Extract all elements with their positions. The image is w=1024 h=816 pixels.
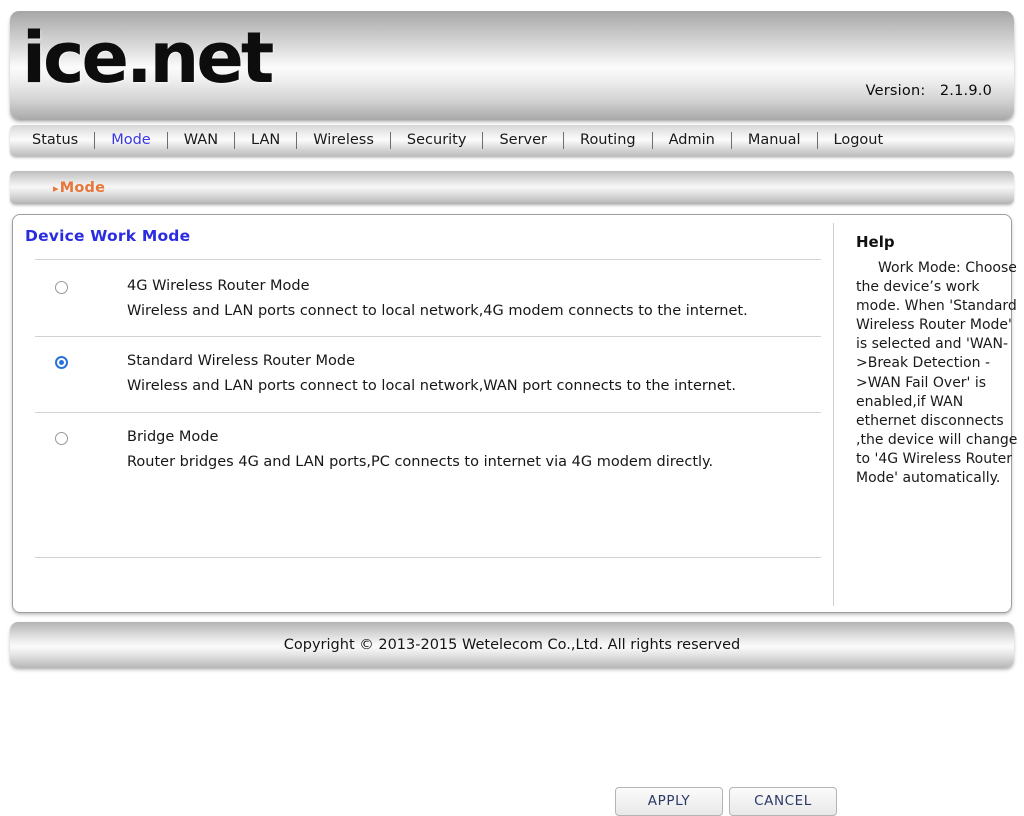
section-divider — [35, 412, 821, 413]
version-info: Version: 2.1.9.0 — [866, 83, 992, 99]
mode-option-label: 4G Wireless Router Mode — [127, 278, 310, 294]
help-divider — [833, 223, 834, 606]
radio-4g-wireless-router-mode[interactable] — [55, 281, 68, 294]
version-label: Version: — [865, 83, 926, 99]
breadcrumb-label: Mode — [59, 179, 106, 196]
nav-item-lan[interactable]: LAN — [235, 125, 296, 156]
mode-option-description: Wireless and LAN ports connect to local … — [127, 378, 737, 394]
breadcrumb-current: ▸Mode — [53, 180, 105, 196]
main-navigation: Status Mode WAN LAN Wireless Security Se… — [10, 125, 1014, 156]
nav-item-manual[interactable]: Manual — [732, 125, 817, 156]
mode-option-description: Router bridges 4G and LAN ports,PC conne… — [127, 454, 714, 470]
section-divider — [35, 259, 821, 260]
version-value: 2.1.9.0 — [939, 83, 992, 99]
nav-item-admin[interactable]: Admin — [653, 125, 731, 156]
page-title: Device Work Mode — [25, 227, 191, 245]
nav-item-status[interactable]: Status — [16, 125, 94, 156]
help-body: Work Mode: Choose the device’s work mode… — [856, 260, 1022, 487]
help-title: Help — [856, 233, 895, 251]
mode-option-description: Wireless and LAN ports connect to local … — [127, 303, 748, 319]
brand-logo: ice.net — [22, 17, 274, 99]
section-divider — [35, 557, 821, 558]
mode-option-label: Standard Wireless Router Mode — [127, 353, 356, 369]
radio-bridge-mode[interactable] — [55, 432, 68, 445]
cancel-button[interactable]: CANCEL — [729, 787, 837, 816]
nav-item-mode[interactable]: Mode — [95, 125, 167, 156]
chevron-right-icon: ▸ — [53, 181, 59, 195]
copyright-text: Copyright © 2013-2015 Wetelecom Co.,Ltd.… — [283, 637, 741, 653]
mode-option-label: Bridge Mode — [127, 429, 219, 445]
content-panel: Device Work Mode 4G Wireless Router Mode… — [12, 214, 1017, 816]
header-bar: ice.net Version: 2.1.9.0 — [10, 11, 1014, 119]
help-panel: Help Work Mode: Choose the device’s work… — [845, 215, 1017, 612]
nav-item-server[interactable]: Server — [483, 125, 563, 156]
section-divider — [35, 336, 821, 337]
breadcrumb: ▸Mode — [10, 171, 1014, 204]
radio-standard-wireless-router-mode[interactable] — [55, 356, 68, 369]
nav-item-routing[interactable]: Routing — [564, 125, 652, 156]
device-work-mode-section: Device Work Mode 4G Wireless Router Mode… — [13, 215, 837, 816]
apply-button[interactable]: APPLY — [615, 787, 723, 816]
router-admin-page: ice.net Version: 2.1.9.0 Status Mode WAN… — [0, 0, 1024, 816]
nav-item-logout[interactable]: Logout — [818, 125, 900, 156]
nav-item-wireless[interactable]: Wireless — [297, 125, 390, 156]
nav-item-wan[interactable]: WAN — [168, 125, 234, 156]
nav-item-security[interactable]: Security — [391, 125, 483, 156]
footer-bar: Copyright © 2013-2015 Wetelecom Co.,Ltd.… — [10, 622, 1014, 668]
